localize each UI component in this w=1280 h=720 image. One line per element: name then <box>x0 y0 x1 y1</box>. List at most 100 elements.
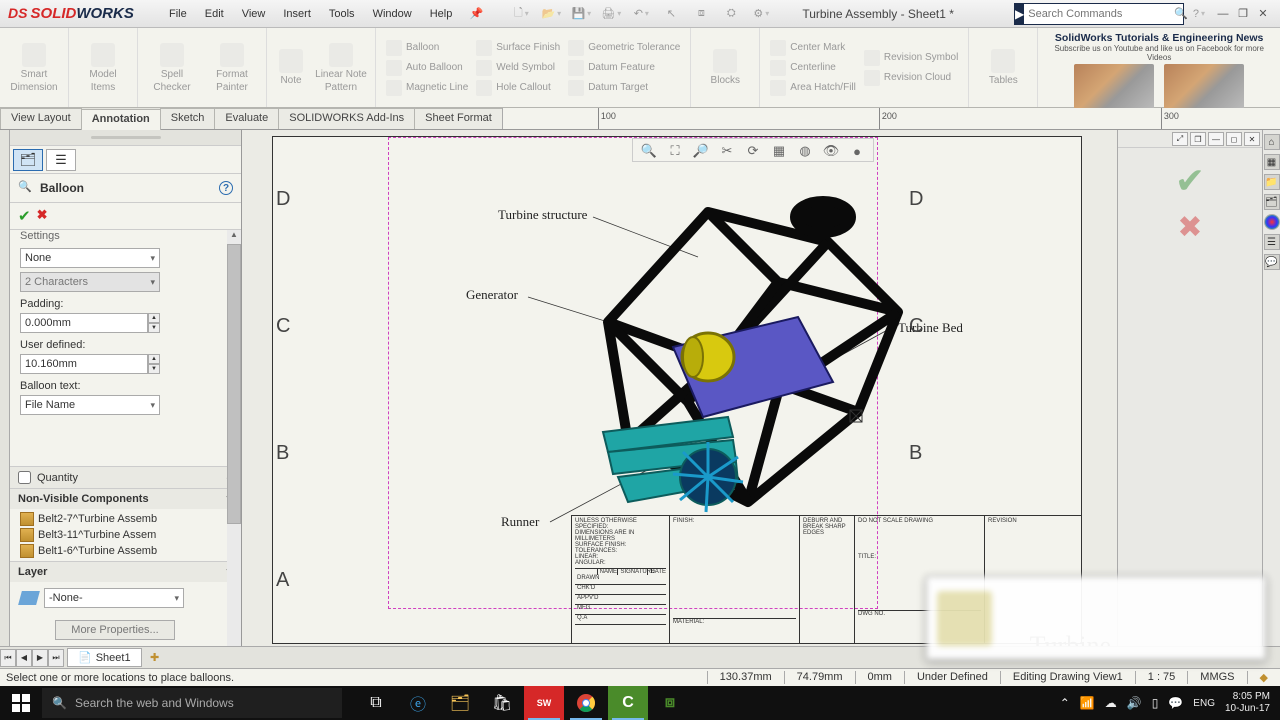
userdef-input[interactable]: 10.160mm <box>20 354 148 374</box>
search-input[interactable] <box>1024 8 1174 20</box>
select-button[interactable]: ↖ <box>660 3 682 25</box>
minimize-button[interactable]: — <box>1214 6 1232 22</box>
status-units[interactable]: MMGS <box>1187 671 1246 684</box>
confirm-ok-icon[interactable]: ✔ <box>1118 160 1262 202</box>
chrome-app[interactable] <box>566 686 606 720</box>
edge-app[interactable]: ⓔ <box>398 686 438 720</box>
drawing-canvas[interactable]: Turbine structure Generator Runner Turbi… <box>242 130 1117 646</box>
userdef-down[interactable]: ▼ <box>148 364 160 374</box>
open-doc-button[interactable]: 📂 <box>540 3 562 25</box>
status-rebuild-icon[interactable]: ◆ <box>1247 671 1280 684</box>
explorer-app[interactable]: 🗂 <box>440 686 480 720</box>
tab-addins[interactable]: SOLIDWORKS Add-Ins <box>278 108 415 129</box>
userdef-up[interactable]: ▲ <box>148 354 160 364</box>
smart-dimension-button[interactable]: SmartDimension <box>6 43 62 93</box>
linear-note-pattern-button[interactable]: Linear NotePattern <box>313 43 369 93</box>
datum-feature-button[interactable]: Datum Feature <box>568 60 680 76</box>
new-doc-button[interactable]: 🗋 <box>510 3 532 25</box>
nonvisible-group[interactable]: Non-Visible Components ⌃ <box>10 488 241 509</box>
print-button[interactable]: 🖨 <box>600 3 622 25</box>
weld-symbol-button[interactable]: Weld Symbol <box>476 60 560 76</box>
forum-icon[interactable]: 💬 <box>1264 254 1280 270</box>
spell-checker-button[interactable]: SpellChecker <box>144 43 200 93</box>
quantity-checkbox[interactable] <box>18 471 31 484</box>
view-orient-icon[interactable]: 👁 <box>821 141 841 161</box>
menu-help[interactable]: Help <box>421 3 462 25</box>
blocks-button[interactable]: Blocks <box>697 49 753 86</box>
tab-annotation[interactable]: Annotation <box>81 109 161 130</box>
close-button[interactable]: ✕ <box>1254 6 1272 22</box>
appearance-icon[interactable]: ● <box>847 141 867 161</box>
mini-expand-icon[interactable]: ⤢ <box>1172 132 1188 146</box>
magnetic-line-button[interactable]: Magnetic Line <box>386 80 468 96</box>
mini-min-icon[interactable]: — <box>1208 132 1224 146</box>
nonvis-item-2[interactable]: Belt1-6^Turbine Assemb <box>20 543 231 559</box>
panel-handle[interactable] <box>10 130 241 146</box>
menu-tools[interactable]: Tools <box>320 3 364 25</box>
command-search[interactable]: ▶ 🔍 <box>1014 3 1184 25</box>
auto-balloon-button[interactable]: Auto Balloon <box>386 60 468 76</box>
sheet-first-icon[interactable]: ⏮ <box>0 649 16 667</box>
hole-callout-button[interactable]: Hole Callout <box>476 80 560 96</box>
datum-target-button[interactable]: Datum Target <box>568 80 680 96</box>
volume-icon[interactable]: 🔊 <box>1127 696 1142 710</box>
tables-button[interactable]: Tables <box>975 49 1031 86</box>
feature-manager-tab[interactable]: 🗂 <box>13 149 43 171</box>
note-button[interactable]: Note <box>273 49 309 86</box>
confirm-cancel-icon[interactable]: ✖ <box>1118 210 1262 245</box>
quantity-group[interactable]: Quantity ⌄ <box>10 466 241 488</box>
ok-button[interactable]: ✔ <box>18 207 31 225</box>
padding-up[interactable]: ▲ <box>148 313 160 323</box>
mini-split-icon[interactable]: ❐ <box>1190 132 1206 146</box>
revision-symbol-button[interactable]: Revision Symbol <box>864 50 958 66</box>
solidworks-app[interactable]: SW <box>524 686 564 720</box>
tab-sketch[interactable]: Sketch <box>160 108 216 129</box>
mini-close-icon[interactable]: ✕ <box>1244 132 1260 146</box>
menu-insert[interactable]: Insert <box>274 3 320 25</box>
menu-file[interactable]: File <box>160 3 196 25</box>
options-split-button[interactable]: ⛭ <box>720 3 742 25</box>
padding-down[interactable]: ▼ <box>148 323 160 333</box>
layer-select[interactable]: -None-▾ <box>44 588 184 608</box>
menu-view[interactable]: View <box>233 3 275 25</box>
tray-up-icon[interactable]: ⌃ <box>1060 696 1070 710</box>
chars-select[interactable]: 2 Characters▾ <box>20 272 160 292</box>
undo-button[interactable]: ↶ <box>630 3 652 25</box>
center-mark-button[interactable]: Center Mark <box>770 40 856 56</box>
home-icon[interactable]: ⌂ <box>1264 134 1280 150</box>
nonvis-item-0[interactable]: Belt2-7^Turbine Assemb <box>20 511 231 527</box>
zoom-prev-icon[interactable]: 🔎 <box>691 141 711 161</box>
sheet-tab-1[interactable]: 📄 Sheet1 <box>67 648 142 667</box>
revision-cloud-button[interactable]: Revision Cloud <box>864 70 958 86</box>
menu-edit[interactable]: Edit <box>196 3 233 25</box>
language-indicator[interactable]: ENG <box>1193 698 1215 709</box>
task-view-button[interactable]: ⧉ <box>356 686 396 720</box>
tab-sheet-format[interactable]: Sheet Format <box>414 108 503 129</box>
layer-group[interactable]: Layer ⌃ <box>10 561 241 582</box>
appearances-icon[interactable] <box>1264 214 1280 230</box>
rotate-icon[interactable]: ⟳ <box>743 141 763 161</box>
tab-view-layout[interactable]: View Layout <box>0 108 82 129</box>
wifi-icon[interactable]: 📶 <box>1080 696 1095 710</box>
taskbar-clock[interactable]: 8:05 PM 10-Jun-17 <box>1225 691 1270 715</box>
zoom-fit-icon[interactable]: 🔍 <box>639 141 659 161</box>
cancel-button[interactable]: ✖ <box>37 207 48 225</box>
mini-max-icon[interactable]: ◻ <box>1226 132 1242 146</box>
notification-popup[interactable] <box>926 576 1266 660</box>
balloontext-select[interactable]: File Name▾ <box>20 395 160 415</box>
sheet-next-icon[interactable]: ▶ <box>32 649 48 667</box>
balloon-button[interactable]: Balloon <box>386 40 468 56</box>
format-painter-button[interactable]: FormatPainter <box>204 43 260 93</box>
property-manager-tab[interactable]: ☰ <box>46 149 76 171</box>
area-hatch-button[interactable]: Area Hatch/Fill <box>770 80 856 96</box>
sheet-last-icon[interactable]: ⏭ <box>48 649 64 667</box>
tab-evaluate[interactable]: Evaluate <box>214 108 279 129</box>
camtasia2-app[interactable]: ⧈ <box>650 686 690 720</box>
section-view-icon[interactable]: ✂ <box>717 141 737 161</box>
rebuild-button[interactable]: ⧈ <box>690 3 712 25</box>
padding-input[interactable]: 0.000mm <box>20 313 148 333</box>
file-explorer-icon[interactable]: 🗂 <box>1264 194 1280 210</box>
add-sheet-icon[interactable]: ✚ <box>146 649 164 667</box>
battery-icon[interactable]: ▯ <box>1152 696 1159 710</box>
search-icon[interactable]: 🔍 <box>1174 7 1188 20</box>
